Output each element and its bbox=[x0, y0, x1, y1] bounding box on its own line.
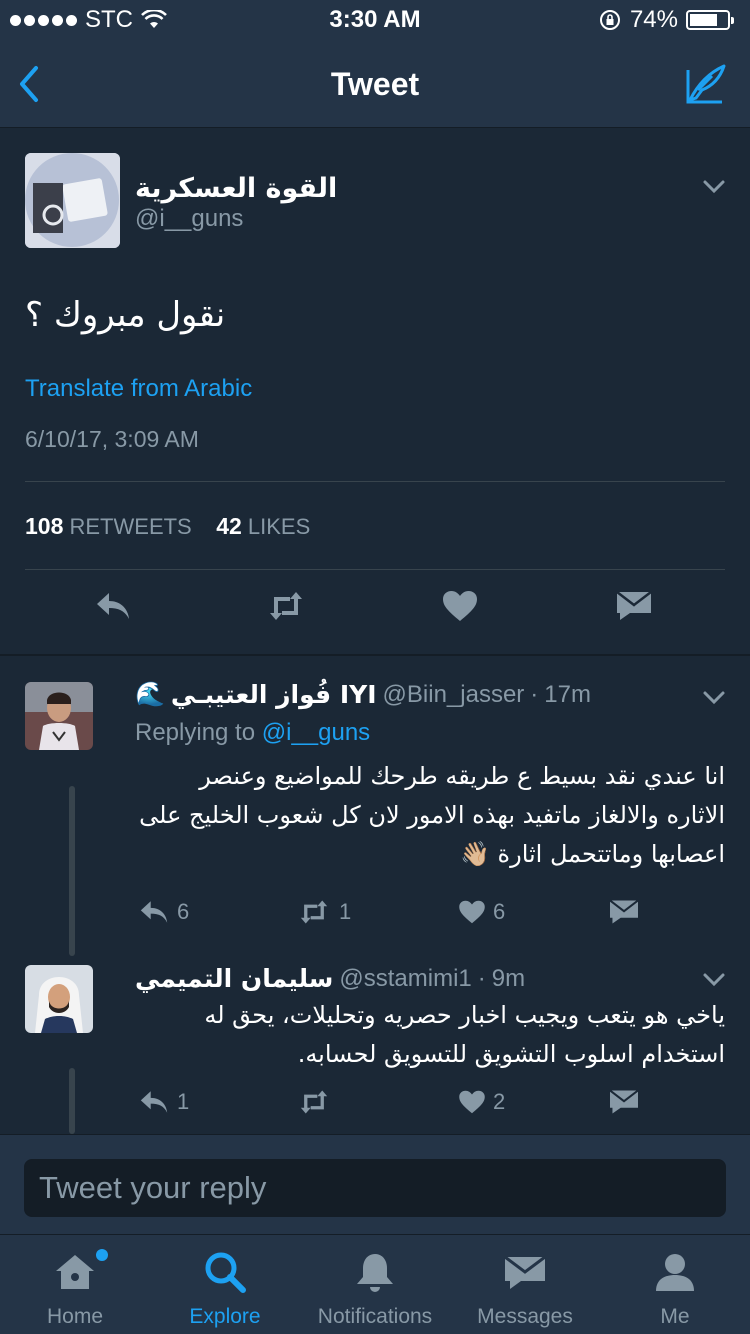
tweet-actions bbox=[0, 589, 750, 639]
like-action[interactable]: 6 bbox=[457, 898, 505, 926]
reply-action[interactable]: 6 bbox=[137, 898, 189, 926]
divider bbox=[25, 481, 725, 482]
replying-to: Replying to @i__guns bbox=[135, 719, 370, 747]
reply-display-name[interactable]: سليمان التميمي bbox=[135, 964, 333, 993]
retweet-icon[interactable] bbox=[295, 1088, 333, 1116]
rotation-lock-icon bbox=[599, 10, 620, 30]
like-count: 6 bbox=[493, 899, 506, 924]
main-tweet: القوة العسكرية @i__guns نقول مبروك ؟ Tra… bbox=[0, 129, 750, 656]
dm-action[interactable] bbox=[607, 1088, 641, 1116]
retweet-icon[interactable] bbox=[266, 589, 306, 623]
tab-label: Messages bbox=[477, 1305, 573, 1328]
retweet-icon[interactable] bbox=[295, 898, 333, 926]
reply-age: 17m bbox=[544, 680, 591, 708]
likes-label[interactable]: LIKES bbox=[248, 514, 310, 539]
reply-display-name[interactable]: فُواز العتيبـي IYI bbox=[171, 680, 377, 709]
tweet-text: نقول مبروك ؟ bbox=[25, 295, 226, 335]
reply-action[interactable]: 1 bbox=[137, 1088, 189, 1116]
reply-tweet[interactable]: 🌊 فُواز العتيبـي IYI @Biin_jasser · 17m … bbox=[0, 656, 750, 956]
like-heart-icon[interactable] bbox=[440, 589, 480, 623]
reply-count: 6 bbox=[177, 899, 190, 924]
like-heart-icon[interactable] bbox=[457, 1088, 487, 1116]
wave-emoji: 🌊 bbox=[135, 681, 165, 708]
reply-header: سليمان التميمي @sstamimi1 · 9m bbox=[135, 964, 525, 993]
retweets-label[interactable]: RETWEETS bbox=[70, 514, 192, 539]
reply-icon[interactable] bbox=[93, 589, 133, 623]
reply-text: انا عندي نقد بسيط ع طريقه طرحك للمواضيع … bbox=[139, 762, 725, 868]
reply-actions: 6 1 6 bbox=[135, 898, 695, 932]
notification-dot bbox=[96, 1249, 108, 1261]
tab-label: Notifications bbox=[317, 1305, 433, 1328]
like-heart-icon[interactable] bbox=[457, 898, 487, 926]
person-icon bbox=[656, 1254, 694, 1291]
tab-notifications[interactable]: Notifications bbox=[300, 1235, 450, 1334]
dm-action[interactable] bbox=[607, 898, 641, 926]
retweet-action[interactable] bbox=[295, 1088, 339, 1116]
search-icon bbox=[205, 1252, 246, 1293]
tweet-stats: 108 RETWEETS 42 LIKES bbox=[25, 513, 310, 540]
display-name[interactable]: القوة العسكرية bbox=[135, 173, 337, 204]
tab-bar: Home Explore Notifications Messages Me bbox=[0, 1234, 750, 1334]
replying-prefix: Replying to bbox=[135, 719, 256, 746]
user-handle[interactable]: @i__guns bbox=[135, 205, 243, 233]
avatar[interactable] bbox=[25, 682, 93, 750]
reply-handle[interactable]: @sstamimi1 bbox=[339, 965, 471, 993]
avatar[interactable] bbox=[25, 965, 93, 1033]
replying-to-handle[interactable]: @i__guns bbox=[262, 719, 370, 746]
like-action[interactable]: 2 bbox=[457, 1088, 505, 1116]
tab-label: Explore bbox=[189, 1305, 261, 1328]
reply-tweet[interactable]: سليمان التميمي @sstamimi1 · 9m ياخي هو ي… bbox=[0, 956, 750, 1134]
battery-icon bbox=[686, 10, 734, 30]
tab-home[interactable]: Home bbox=[0, 1235, 150, 1334]
direct-message-icon[interactable] bbox=[614, 589, 654, 623]
reply-text: ياخي هو يتعب ويجيب اخبار حصريه وتحليلات،… bbox=[204, 1001, 725, 1068]
avatar[interactable] bbox=[25, 153, 120, 248]
page-title: Tweet bbox=[330, 66, 420, 102]
likes-count[interactable]: 42 bbox=[216, 513, 242, 539]
chevron-down-icon[interactable] bbox=[702, 690, 726, 706]
reply-age: 9m bbox=[491, 964, 526, 992]
battery-fill bbox=[690, 14, 717, 26]
reply-actions: 1 2 bbox=[135, 1088, 695, 1122]
compose-tweet-icon[interactable] bbox=[684, 60, 730, 106]
chevron-down-icon[interactable] bbox=[702, 972, 726, 988]
battery-percent: 74% bbox=[629, 6, 678, 33]
tweet-timestamp: 6/10/17, 3:09 AM bbox=[25, 426, 199, 452]
direct-message-icon[interactable] bbox=[607, 1088, 641, 1116]
tab-label: Home bbox=[46, 1305, 104, 1328]
retweet-count: 1 bbox=[339, 899, 352, 924]
direct-message-icon[interactable] bbox=[607, 898, 641, 926]
reply-count: 1 bbox=[177, 1089, 190, 1114]
retweet-action[interactable]: 1 bbox=[295, 898, 351, 926]
envelope-icon bbox=[504, 1255, 546, 1289]
tab-label: Me bbox=[660, 1305, 690, 1328]
divider bbox=[25, 569, 725, 570]
reply-handle[interactable]: @Biin_jasser bbox=[383, 681, 525, 709]
like-count: 2 bbox=[493, 1089, 506, 1114]
reply-icon[interactable] bbox=[137, 898, 171, 926]
reply-bar: Tweet your reply bbox=[0, 1134, 750, 1234]
reply-header: 🌊 فُواز العتيبـي IYI @Biin_jasser · 17m bbox=[135, 680, 591, 709]
reply-input[interactable]: Tweet your reply bbox=[24, 1159, 726, 1217]
tab-messages[interactable]: Messages bbox=[450, 1235, 600, 1334]
tab-explore[interactable]: Explore bbox=[150, 1235, 300, 1334]
translate-link[interactable]: Translate from Arabic bbox=[25, 375, 252, 403]
bell-icon bbox=[357, 1254, 393, 1292]
thread-line bbox=[69, 786, 75, 956]
tab-me[interactable]: Me bbox=[600, 1235, 750, 1334]
nav-bar: Tweet bbox=[0, 40, 750, 128]
home-icon bbox=[56, 1255, 94, 1289]
reply-icon[interactable] bbox=[137, 1088, 171, 1116]
status-right: 74% bbox=[598, 6, 734, 34]
dot-separator: · bbox=[477, 964, 486, 992]
status-bar: STC 3:30 AM 74% bbox=[0, 0, 750, 40]
thread-line bbox=[69, 1068, 75, 1134]
dot-separator: · bbox=[530, 680, 539, 708]
chevron-down-icon[interactable] bbox=[702, 179, 726, 195]
retweets-count[interactable]: 108 bbox=[25, 513, 63, 539]
